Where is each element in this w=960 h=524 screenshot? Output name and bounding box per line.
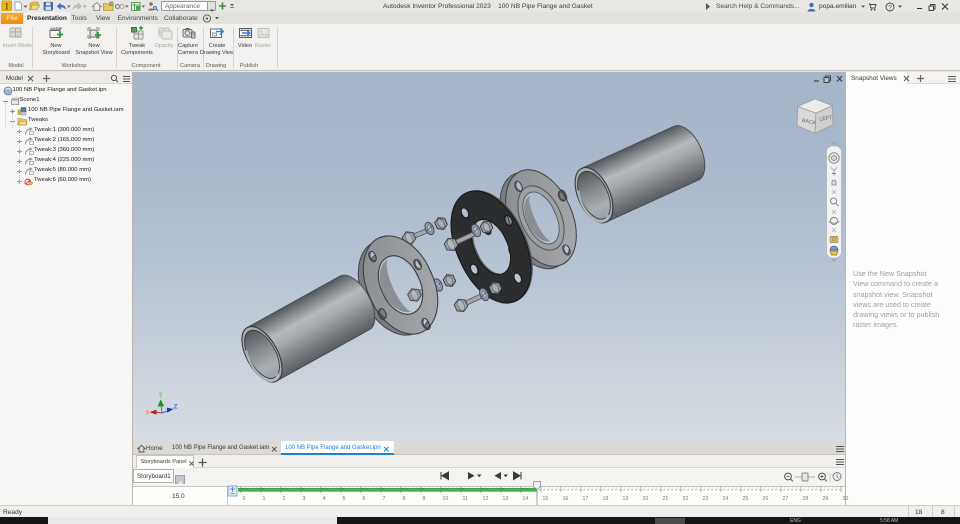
svg-text:X: X <box>146 411 150 417</box>
svg-text:Z: Z <box>174 404 178 411</box>
svg-text:?: ? <box>888 4 892 11</box>
svg-text:I: I <box>5 1 9 11</box>
